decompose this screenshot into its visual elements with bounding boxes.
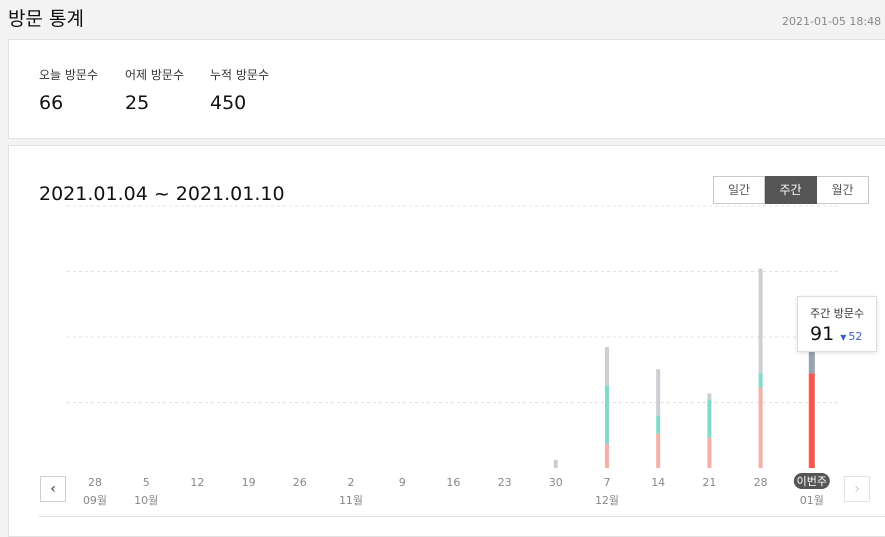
weekly-visits-chart: 28 09월 5 10월 12 19 26 2 11월 9 16 23 30 7 12월 14 21 28 이번주 0… [67,205,839,507]
chart-card: 2021.01.04 ~ 2021.01.10 일간 주간 월간 28 09월 5 1… [8,145,885,537]
x-tick-label: 30 [549,476,563,489]
stat-yesterday-label: 어제 방문수 [125,68,185,82]
bar-segment-new[interactable] [808,373,815,468]
bar-segment-returning[interactable] [656,415,661,434]
tooltip-delta: ▼ 52 [840,330,862,343]
x-tick-label: 14 [651,476,665,489]
x-month-label: 10월 [134,494,158,507]
stat-today: 오늘 방문수 66 [39,66,98,114]
summary-card: 오늘 방문수 66 어제 방문수 25 누적 방문수 450 [8,39,885,139]
x-tick-label: 21 [702,476,716,489]
next-period-button[interactable]: › [844,476,870,502]
stat-yesterday: 어제 방문수 25 [125,66,184,114]
tooltip-row: 91 ▼ 52 [810,323,876,345]
x-tick-label: 5 [143,476,150,489]
stat-total: 누적 방문수 450 [210,66,269,114]
chart-bottom-divider [39,516,885,517]
page-title: 방문 통계 [8,8,84,30]
x-tick-label: 19 [242,476,256,489]
x-tick-label: 16 [446,476,460,489]
x-month-label: 01월 [800,494,824,507]
stat-total-label: 누적 방문수 [210,68,270,82]
bar-segment-other[interactable] [656,369,661,416]
tooltip-value: 91 [810,323,835,345]
prev-period-button[interactable]: ‹ [40,476,66,502]
tooltip-delta-value: 52 [848,330,863,343]
stat-today-value: 66 [39,92,64,114]
last-updated-timestamp: 2021-01-05 18:48 기 [782,15,885,28]
bar-segment-returning[interactable] [707,399,712,438]
bar-segment-new[interactable] [758,387,763,468]
chevron-right-icon: › [854,481,860,497]
down-arrow-icon: ▼ [840,333,847,342]
x-month-label: 11월 [339,494,363,507]
x-tick-label: 28 [754,476,768,489]
bar-segment-other[interactable] [553,459,558,468]
bar-segment-new[interactable] [707,437,712,468]
x-tick-label: 26 [293,476,307,489]
visits-tooltip: 주간 방문수 91 ▼ 52 [797,296,877,352]
x-tick-label: 2 [348,476,355,489]
x-tick-label: 7 [604,476,611,489]
stat-total-value: 450 [210,92,247,114]
bar-segment-returning[interactable] [758,373,763,388]
bar-segment-new[interactable] [656,433,661,468]
x-tick-label: 28 [88,476,102,489]
x-tick-label: 12 [190,476,204,489]
bar-segment-new[interactable] [605,443,609,468]
bar-segment-returning[interactable] [605,385,609,444]
x-tick-label: 9 [399,476,406,489]
bar-segment-other[interactable] [605,347,609,386]
stat-yesterday-value: 25 [125,92,150,114]
x-tick-label: 23 [498,476,512,489]
x-tick-label: 이번주 [797,475,827,488]
x-month-label: 12월 [595,494,619,507]
tooltip-label: 주간 방문수 [810,307,865,320]
stat-today-label: 오늘 방문수 [39,68,99,82]
bar-segment-other[interactable] [758,268,763,374]
x-month-label: 09월 [83,494,107,507]
chevron-left-icon: ‹ [50,481,56,497]
bar-segment-other[interactable] [707,393,712,400]
